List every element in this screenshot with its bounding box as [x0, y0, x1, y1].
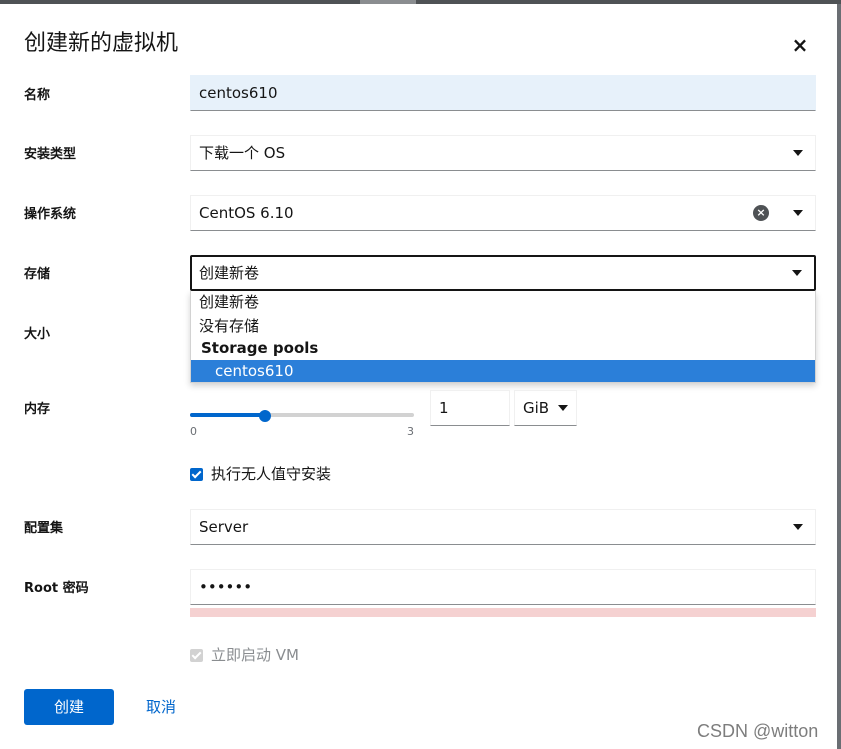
storage-dropdown-menu: 创建新卷 没有存储 Storage pools centos610 [190, 291, 816, 383]
cancel-button[interactable]: 取消 [146, 689, 176, 725]
root-password-label: Root 密码 [24, 581, 89, 596]
size-label: 大小 [24, 327, 51, 342]
dialog-title: 创建新的虚拟机 [24, 31, 179, 56]
watermark: CSDN @witton [697, 721, 819, 741]
memory-slider-min: 0 [190, 425, 197, 438]
start-vm-checkbox [190, 648, 203, 662]
close-icon[interactable]: × [787, 32, 813, 58]
caret-down-icon [793, 150, 803, 156]
install-type-value: 下载一个 OS [199, 144, 286, 162]
start-vm-row: 立即启动 VM [190, 645, 299, 665]
caret-down-icon [793, 524, 803, 530]
memory-unit-value: GiB [523, 399, 550, 417]
profile-label: 配置集 [24, 521, 64, 536]
storage-value: 创建新卷 [199, 264, 260, 282]
install-type-select[interactable]: 下载一个 OS [190, 135, 816, 171]
password-strength-bar [190, 608, 816, 617]
unattended-row[interactable]: 执行无人值守安装 [190, 464, 331, 484]
create-button[interactable]: 创建 [24, 689, 114, 725]
os-select[interactable]: CentOS 6.10 × [190, 195, 816, 231]
memory-slider-fill [190, 413, 265, 417]
window-top-edge [0, 0, 841, 4]
storage-option-pool[interactable]: centos610 [191, 360, 815, 382]
os-label: 操作系统 [24, 207, 77, 222]
unattended-label: 执行无人值守安装 [211, 465, 332, 483]
top-edge-segment [360, 0, 416, 4]
caret-down-icon [558, 405, 568, 411]
start-vm-label: 立即启动 VM [211, 646, 299, 664]
root-password-input[interactable]: •••••• [190, 569, 816, 605]
storage-select[interactable]: 创建新卷 [190, 255, 816, 291]
memory-unit-select[interactable]: GiB [514, 390, 577, 426]
memory-input[interactable]: 1 [430, 390, 510, 426]
caret-down-icon [793, 210, 803, 216]
storage-option-create-new[interactable]: 创建新卷 [191, 291, 815, 313]
storage-label: 存储 [24, 267, 51, 282]
unattended-checkbox[interactable] [190, 467, 203, 481]
caret-down-icon [792, 270, 802, 276]
clear-icon[interactable]: × [753, 205, 769, 221]
storage-group-label: Storage pools [201, 339, 319, 357]
memory-slider-max: 3 [407, 425, 414, 438]
memory-slider-thumb[interactable] [258, 410, 271, 422]
install-type-label: 安装类型 [24, 147, 77, 162]
memory-label: 内存 [24, 402, 51, 417]
memory-slider-track[interactable] [190, 413, 414, 417]
profile-select[interactable]: Server [190, 509, 816, 545]
storage-option-no-storage[interactable]: 没有存储 [191, 315, 815, 337]
window-right-edge [837, 4, 841, 749]
name-label: 名称 [24, 88, 51, 103]
os-value: CentOS 6.10 [199, 204, 294, 222]
profile-value: Server [199, 518, 249, 536]
name-input[interactable]: centos610 [190, 75, 816, 111]
